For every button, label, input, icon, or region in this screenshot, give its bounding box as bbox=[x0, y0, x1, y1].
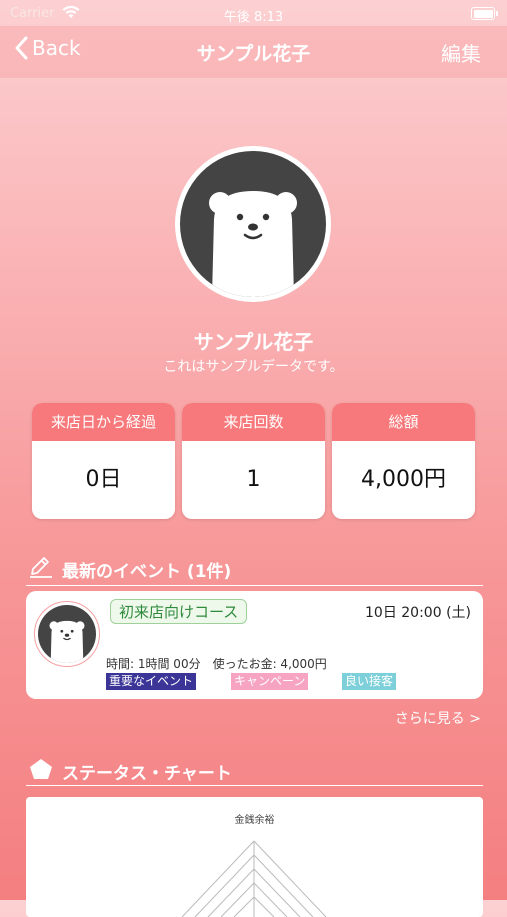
status-time: 午後 8:13 bbox=[223, 10, 284, 25]
pentagon-icon bbox=[30, 759, 52, 779]
tag-good-service: 良い接客 bbox=[342, 673, 397, 690]
profile-avatar[interactable] bbox=[175, 146, 331, 302]
battery-icon bbox=[471, 7, 498, 20]
event-date: 10日 20:00 (土) bbox=[365, 605, 471, 621]
pencil-icon bbox=[30, 557, 52, 578]
tag-important-event: 重要なイベント bbox=[106, 673, 197, 690]
section-title: 最新のイベント (1件) bbox=[62, 562, 232, 582]
section-title: ステータス・チャート bbox=[62, 764, 232, 784]
stat-label: 総額 bbox=[332, 403, 475, 441]
stat-card-visit-count: 来店回数 1 bbox=[182, 403, 325, 519]
stat-label: 来店日から経過 bbox=[32, 403, 175, 441]
navigation-bar: Back サンプル花子 編集 bbox=[0, 26, 507, 79]
stat-card-total-amount: 総額 4,000円 bbox=[332, 403, 475, 519]
status-bar: Carrier 午後 8:13 bbox=[0, 0, 507, 26]
tag-campaign: キャンペーン bbox=[231, 673, 309, 690]
course-badge: 初来店向けコース bbox=[110, 599, 248, 624]
event-details: 時間: 1時間 00分 使ったお金: 4,000円 bbox=[106, 657, 327, 671]
latest-events-header: 最新のイベント (1件) bbox=[26, 555, 483, 586]
stat-label: 来店回数 bbox=[182, 403, 325, 441]
event-card[interactable]: 初来店向けコース 10日 20:00 (土) 時間: 1時間 00分 使ったお金… bbox=[26, 591, 483, 699]
stat-card-days-since-visit: 来店日から経過 0日 bbox=[32, 403, 175, 519]
status-chart: 金銭余裕 bbox=[26, 797, 483, 917]
bear-icon bbox=[209, 191, 297, 297]
bear-icon bbox=[49, 620, 85, 663]
stat-value: 1 bbox=[246, 467, 261, 492]
profile-name: サンプル花子 bbox=[193, 330, 314, 354]
profile-description: これはサンプルデータです。 bbox=[163, 359, 344, 375]
event-avatar bbox=[34, 601, 100, 667]
stat-value: 0日 bbox=[85, 467, 122, 492]
page-title: サンプル花子 bbox=[196, 43, 311, 65]
chart-axis-label-money: 金銭余裕 bbox=[234, 815, 275, 826]
stat-value: 4,000円 bbox=[361, 467, 446, 492]
status-chart-header: ステータス・チャート bbox=[26, 757, 483, 786]
see-more-link[interactable]: さらに見る > bbox=[395, 708, 481, 728]
edit-button[interactable]: 編集 bbox=[441, 38, 481, 67]
